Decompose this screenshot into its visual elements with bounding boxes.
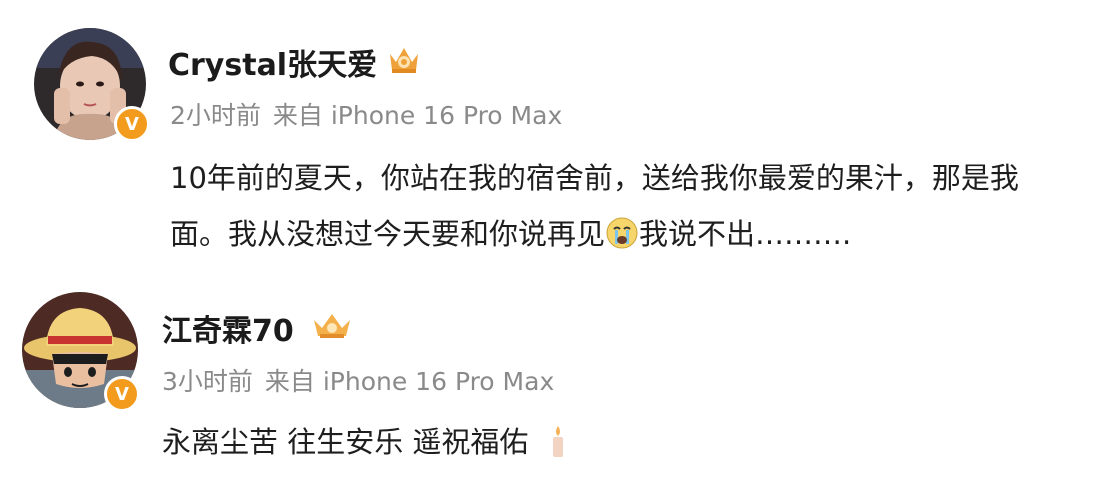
avatar-1-wrap[interactable]: V	[34, 28, 150, 142]
comment-2: V 江奇霖70 3小时前 来自 iPhone 16 Pro Max 永离尘苦 往生…	[0, 270, 1098, 486]
comment-text-part: 我说不出……….	[639, 217, 852, 251]
comment-text: 10年前的夏天，你站在我的宿舍前，送给我你最爱的果汁，那是我 面。我从没想过今天…	[170, 150, 1019, 262]
comment-1: V Crystal张天爱 2小时前 来自 iPhone 16 Pro Max 10…	[0, 0, 1098, 270]
post-meta: 3小时前 来自 iPhone 16 Pro Max	[162, 362, 554, 398]
timestamp: 3小时前	[162, 367, 253, 396]
crown-icon	[390, 48, 418, 73]
comment-line-1: 永离尘苦 往生安乐 遥祝福佑	[162, 425, 529, 459]
post-meta: 2小时前 来自 iPhone 16 Pro Max	[170, 96, 562, 132]
crown-icon	[314, 314, 350, 338]
candle-icon	[552, 426, 563, 457]
comment-text: 永离尘苦 往生安乐 遥祝福佑	[162, 414, 568, 470]
source-label: 来自 iPhone 16 Pro Max	[272, 101, 563, 130]
comment-line-2: 面。我从没想过今天要和你说再见 我说不出……….	[170, 206, 1019, 262]
source-label: 来自 iPhone 16 Pro Max	[264, 367, 555, 396]
avatar-2-wrap[interactable]: V	[22, 292, 140, 412]
username[interactable]: 江奇霖70	[162, 306, 294, 350]
timestamp: 2小时前	[170, 101, 261, 130]
crying-face-icon	[606, 217, 638, 249]
comment-line-1: 10年前的夏天，你站在我的宿舍前，送给我你最爱的果汁，那是我	[170, 161, 1019, 195]
comment-text-part: 面。我从没想过今天要和你说再见	[170, 217, 606, 251]
verified-badge-icon: V	[114, 106, 150, 142]
username[interactable]: Crystal张天爱	[168, 40, 377, 84]
verified-badge-icon: V	[104, 376, 140, 412]
